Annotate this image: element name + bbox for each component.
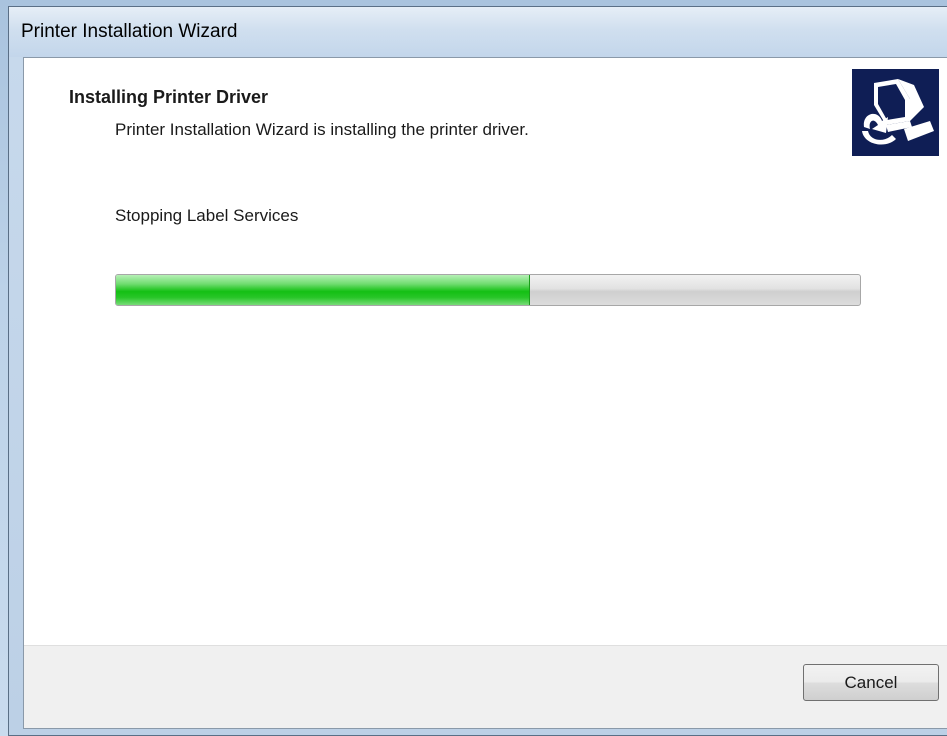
wizard-content: Installing Printer Driver Printer Instal…: [23, 57, 947, 729]
page-subtitle: Printer Installation Wizard is installin…: [115, 120, 529, 139]
cancel-button[interactable]: Cancel: [803, 664, 939, 701]
page-title: Installing Printer Driver: [69, 87, 269, 107]
button-bar: Cancel: [24, 645, 947, 728]
title-bar[interactable]: Printer Installation Wizard: [9, 7, 947, 57]
progress-bar: [115, 274, 861, 306]
progress-bar-fill: [116, 275, 530, 305]
window-title: Printer Installation Wizard: [21, 21, 238, 42]
printer-logo-icon: [852, 69, 939, 156]
status-text: Stopping Label Services: [115, 206, 299, 225]
wizard-window: Printer Installation Wizard Installing P…: [8, 6, 947, 736]
